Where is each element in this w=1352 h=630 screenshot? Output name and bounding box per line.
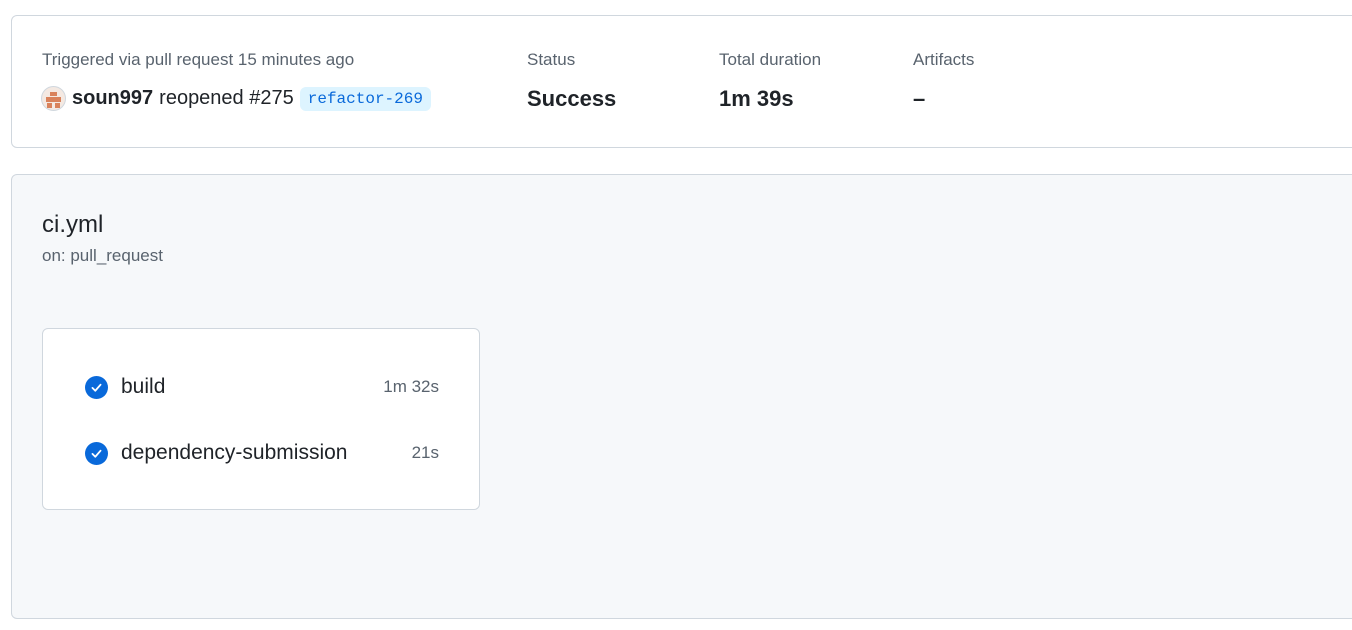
artifacts-label: Artifacts bbox=[913, 50, 975, 69]
job-build[interactable]: build 1m 32s bbox=[85, 372, 439, 402]
job-dependency-submission[interactable]: dependency-submission 21s bbox=[85, 438, 439, 468]
actor-avatar[interactable] bbox=[41, 86, 66, 111]
workflow-event: on: pull_request bbox=[42, 246, 163, 265]
pull-request-link[interactable]: reopened #275 bbox=[159, 87, 294, 110]
workflow-graph-panel: ci.yml on: pull_request build 1m 32s dep… bbox=[11, 174, 1352, 619]
duration-label: Total duration bbox=[719, 50, 822, 69]
job-name: build bbox=[121, 375, 166, 398]
trigger-label: Triggered via pull request 15 minutes ag… bbox=[42, 50, 355, 69]
trigger-details: soun997 reopened #275 refactor-269 bbox=[41, 86, 431, 111]
branch-badge[interactable]: refactor-269 bbox=[299, 86, 431, 111]
duration-value: 1m 39s bbox=[719, 86, 794, 111]
job-duration: 21s bbox=[411, 443, 439, 462]
job-duration: 1m 32s bbox=[383, 377, 439, 396]
check-circle-icon bbox=[85, 375, 108, 399]
workflow-name: ci.yml bbox=[42, 211, 104, 238]
job-name: dependency-submission bbox=[121, 441, 348, 464]
artifacts-value: – bbox=[913, 86, 926, 111]
actor-link[interactable]: soun997 bbox=[72, 87, 153, 110]
status-value: Success bbox=[527, 86, 617, 111]
status-label: Status bbox=[527, 50, 576, 69]
run-summary-card: Triggered via pull request 15 minutes ag… bbox=[11, 15, 1352, 148]
jobs-card: build 1m 32s dependency-submission 21s bbox=[42, 328, 480, 510]
check-circle-icon bbox=[85, 441, 108, 465]
